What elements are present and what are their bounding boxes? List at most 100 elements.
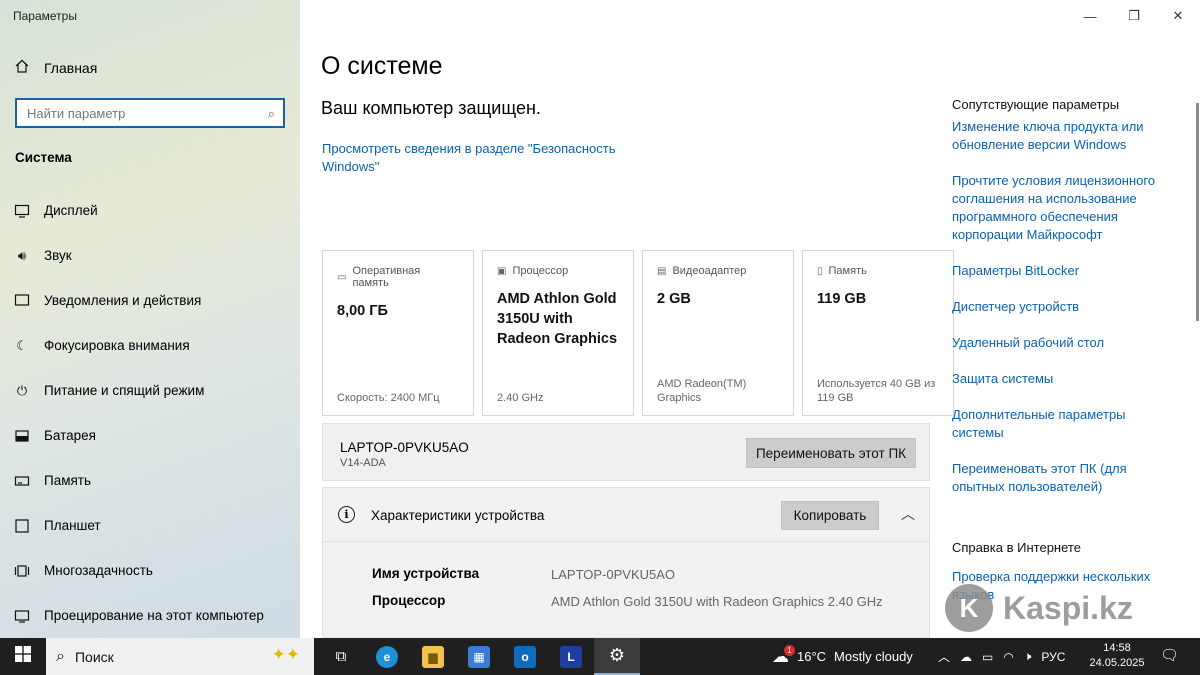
related-link[interactable]: Защита системы [952, 370, 1172, 388]
power-icon: ⏻ [16, 382, 28, 398]
card-footnote: Используется 40 GB из 119 GB [817, 378, 936, 404]
sidebar-item-storage[interactable]: Память [14, 458, 264, 503]
tablet-icon [14, 518, 30, 534]
search-box[interactable]: ⌕ [15, 98, 285, 128]
onedrive-icon[interactable]: ☁ [960, 650, 972, 664]
start-button[interactable] [0, 638, 46, 675]
sparkle-icon: ✦✦ [271, 645, 301, 664]
battery-icon[interactable]: ▭ [982, 650, 993, 664]
related-link[interactable]: Параметры BitLocker [952, 262, 1172, 280]
sidebar-item-label: Многозадачность [44, 563, 153, 578]
info-icon: i [338, 506, 355, 523]
card-value: 2 GB [657, 291, 691, 307]
search-icon: ⌕ [56, 647, 65, 665]
chevron-up-icon[interactable]: ︿ [938, 648, 950, 665]
related-heading: Сопутствующие параметры [952, 97, 1120, 112]
card-footnote: 2.40 GHz [497, 392, 544, 404]
notifications-icon [14, 293, 30, 309]
edge-icon: e [376, 645, 398, 668]
security-details-link[interactable]: Просмотреть сведения в разделе "Безопасн… [322, 140, 652, 176]
card-value: 8,00 ГБ [337, 303, 388, 319]
outlook-button[interactable]: o [502, 638, 548, 675]
notifications-icon[interactable]: 🗨︎ [1160, 646, 1179, 664]
sidebar-item-label: Память [44, 473, 92, 488]
store-icon: ▦ [468, 645, 490, 668]
windows-logo-icon [15, 646, 31, 667]
taskbar-search[interactable]: ⌕ Поиск ✦✦ [46, 638, 314, 675]
battery-icon [14, 428, 30, 444]
sidebar-item-notifications[interactable]: Уведомления и действия [14, 278, 264, 323]
l-app-icon: L [560, 645, 582, 668]
system-tray: ︿ ☁ ▭ ◠ 🕨︎ РУС [938, 638, 1065, 675]
sidebar-item-battery[interactable]: Батарея [14, 413, 264, 458]
card-value: 119 GB [817, 291, 867, 307]
sidebar-item-sound[interactable]: 🔊︎ Звук [14, 233, 264, 278]
sidebar-item-multitasking[interactable]: Многозадачность [14, 548, 264, 593]
maximize-button[interactable]: ❐ [1112, 4, 1156, 28]
card-label: Процессор [512, 265, 569, 277]
settings-app-button[interactable]: ⚙ [594, 638, 640, 675]
watermark: K Kaspi.kz [945, 584, 1133, 632]
storage-icon: ▯ [817, 265, 823, 277]
card-value: AMD Athlon Gold 3150U with Radeon Graphi… [497, 291, 618, 347]
close-button[interactable]: ✕ [1156, 4, 1200, 28]
card-ram: ▭ Оперативная память 8,00 ГБ Скорость: 24… [322, 250, 474, 416]
file-explorer-button[interactable]: ▆ [410, 638, 456, 675]
device-specs-header[interactable]: i Характеристики устройства Копировать ︿ [323, 488, 929, 542]
chevron-up-icon[interactable]: ︿ [901, 504, 915, 524]
sidebar-item-focus-assist[interactable]: ☾ Фокусировка внимания [14, 323, 264, 368]
edge-button[interactable]: e [364, 638, 410, 675]
sidebar-item-label: Питание и спящий режим [44, 383, 205, 398]
settings-icon: ⚙ [608, 645, 626, 665]
l-app-button[interactable]: L [548, 638, 594, 675]
sidebar-item-projecting[interactable]: Проецирование на этот компьютер [14, 593, 264, 638]
minimize-button[interactable]: — [1068, 4, 1112, 28]
card-label: Оперативная память [352, 265, 421, 289]
related-link[interactable]: Диспетчер устройств [952, 298, 1172, 316]
task-view-button[interactable]: ⧉ [318, 638, 364, 675]
copy-button[interactable]: Копировать [781, 501, 879, 530]
related-link[interactable]: Удаленный рабочий стол [952, 334, 1172, 352]
store-button[interactable]: ▦ [456, 638, 502, 675]
gpu-icon: ▤ [657, 265, 667, 277]
related-link[interactable]: Изменение ключа продукта или обновление … [952, 118, 1172, 154]
multitasking-icon [14, 563, 30, 579]
projecting-icon [14, 608, 30, 624]
system-cards: ▭ Оперативная память 8,00 ГБ Скорость: 24… [322, 250, 954, 416]
app-title: Параметры [13, 9, 77, 23]
pc-name-bar: LAPTOP-0PVKU5AO V14-ADA Переименовать эт… [322, 423, 930, 481]
weather-widget[interactable]: ☁ 1 16°C Mostly cloudy [772, 638, 913, 675]
weather-badge: 1 [784, 644, 795, 656]
ram-icon: ▭ [337, 271, 347, 283]
sidebar-item-home[interactable]: Главная [14, 58, 97, 77]
help-heading: Справка в Интернете [952, 540, 1081, 555]
wifi-icon[interactable]: ◠ [1003, 650, 1013, 664]
display-icon [14, 203, 30, 219]
clock-time: 14:58 [1103, 642, 1131, 654]
weather-desc: Mostly cloudy [834, 649, 913, 664]
sidebar-item-label: Дисплей [44, 203, 98, 218]
taskbar: ⌕ Поиск ✦✦ ⧉ e ▆ ▦ o L ⚙ ☁ 1 16°C Mostly … [0, 638, 1200, 675]
clock[interactable]: 14:58 24.05.2025 [1088, 641, 1146, 671]
language-indicator[interactable]: РУС [1041, 650, 1065, 664]
task-view-icon: ⧉ [335, 648, 347, 665]
card-processor: ▣ Процессор AMD Athlon Gold 3150U with Ra… [482, 250, 634, 416]
search-input[interactable] [17, 100, 283, 126]
volume-icon[interactable]: 🕨︎ [1024, 649, 1032, 664]
rename-pc-button[interactable]: Переименовать этот ПК [746, 438, 916, 468]
sidebar-item-display[interactable]: Дисплей [14, 188, 264, 233]
sidebar-item-tablet[interactable]: Планшет [14, 503, 264, 548]
related-link[interactable]: Прочтите условия лицензионного соглашени… [952, 172, 1172, 244]
sidebar-item-label: Фокусировка внимания [44, 338, 190, 353]
focus-assist-icon: ☾ [16, 337, 28, 353]
scrollbar[interactable] [1196, 103, 1199, 321]
device-specs-panel: i Характеристики устройства Копировать ︿… [322, 487, 930, 638]
related-link[interactable]: Дополнительные параметры системы [952, 406, 1172, 442]
related-link[interactable]: Переименовать этот ПК (для опытных польз… [952, 460, 1172, 496]
settings-sidebar: Параметры Главная ⌕ Система Дисплей 🔊︎ З… [0, 0, 300, 638]
sidebar-item-power[interactable]: ⏻ Питание и спящий режим [14, 368, 264, 413]
card-storage: ▯ Память 119 GB Используется 40 GB из 119… [802, 250, 954, 416]
sidebar-nav: Дисплей 🔊︎ Звук Уведомления и действия ☾… [14, 188, 264, 638]
clock-date: 24.05.2025 [1089, 657, 1145, 669]
spec-value: AMD Athlon Gold 3150U with Radeon Graphi… [551, 594, 883, 609]
